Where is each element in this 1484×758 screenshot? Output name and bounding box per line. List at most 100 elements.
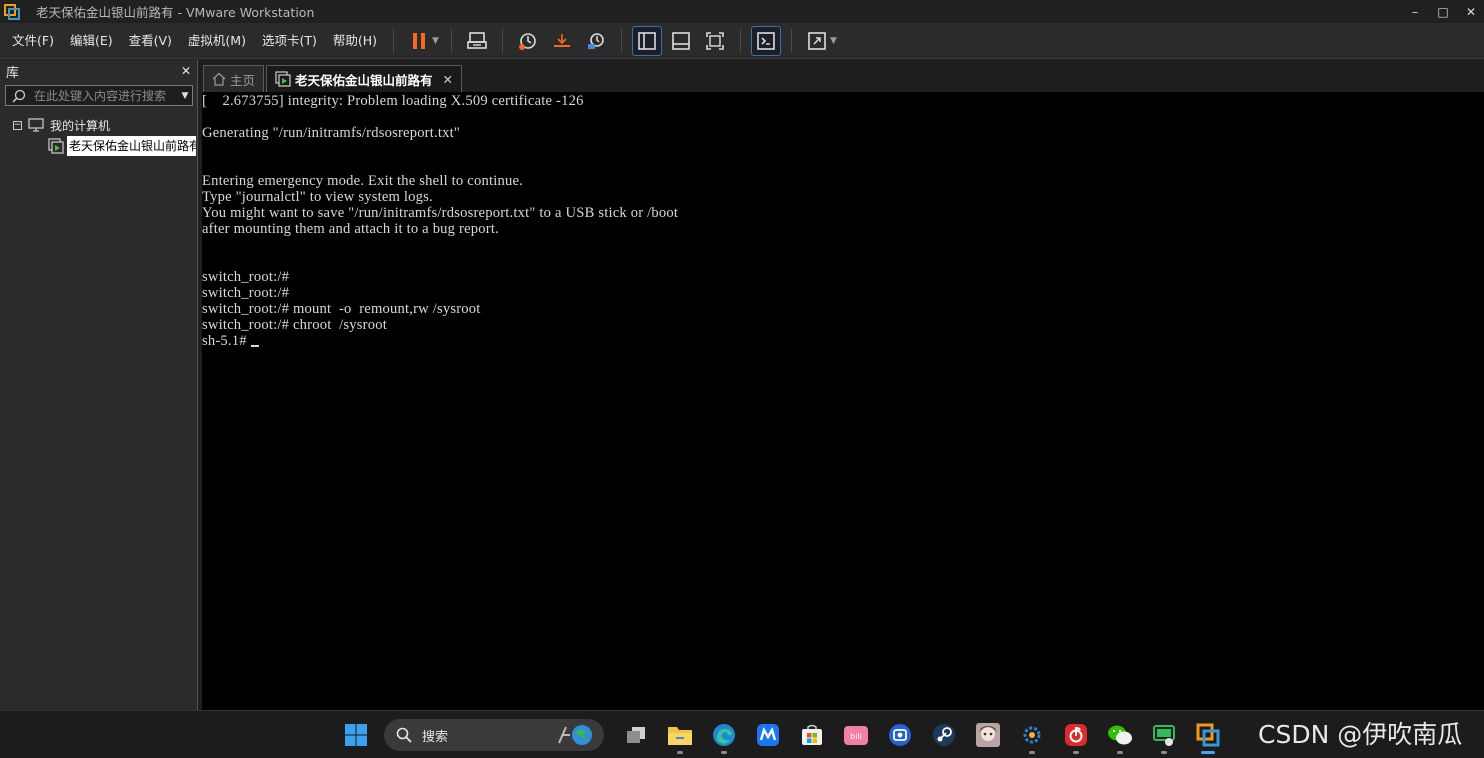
console-line: You might want to save "/run/initramfs/r… bbox=[202, 205, 679, 221]
thumbnail-bar-button[interactable] bbox=[667, 27, 695, 55]
steam-icon bbox=[933, 724, 955, 746]
send-ctrl-alt-del-button[interactable] bbox=[463, 27, 491, 55]
remote-desktop-icon bbox=[1153, 725, 1175, 746]
library-tree: − 我的计算机 老天保佑金山银山前路有 bbox=[0, 115, 197, 156]
send-ctrl-alt-del-icon bbox=[467, 31, 487, 49]
app-blue-button[interactable] bbox=[884, 719, 916, 751]
pause-button[interactable] bbox=[405, 27, 433, 55]
taskbar-icons: 搜索 bili bbox=[334, 718, 1230, 754]
revert-snapshot-button[interactable] bbox=[548, 27, 576, 55]
toolbar-separator bbox=[739, 28, 741, 53]
running-indicator bbox=[677, 751, 683, 754]
steam-button[interactable] bbox=[928, 719, 960, 751]
task-view-button[interactable] bbox=[620, 719, 652, 751]
collapse-icon[interactable]: − bbox=[13, 120, 22, 130]
menu-help[interactable]: 帮助(H) bbox=[325, 29, 385, 53]
toolbar-separator bbox=[501, 28, 503, 53]
vmware-icon bbox=[1196, 723, 1220, 747]
console-line: Entering emergency mode. Exit the shell … bbox=[202, 173, 523, 189]
netease-music-button[interactable] bbox=[1060, 719, 1092, 754]
library-header: 库 ✕ bbox=[0, 60, 197, 82]
search-dropdown-icon[interactable]: ▼ bbox=[178, 91, 192, 101]
console-line: after mounting them and attach it to a b… bbox=[202, 221, 499, 237]
remote-desktop-button[interactable] bbox=[1148, 719, 1180, 754]
console-line: Generating "/run/initramfs/rdsosreport.t… bbox=[202, 125, 461, 141]
settings-tool-icon bbox=[1023, 726, 1041, 744]
file-explorer-button[interactable] bbox=[664, 719, 696, 754]
vm-console[interactable]: [ 2.673755] integrity: Problem loading X… bbox=[202, 92, 1484, 710]
toolbar-separator bbox=[620, 28, 622, 53]
store-icon bbox=[802, 724, 822, 745]
menu-tabs[interactable]: 选项卡(T) bbox=[254, 29, 325, 53]
stretch-guest-button[interactable] bbox=[803, 27, 831, 55]
window-title: 老天保佑金山银山前路有 - VMware Workstation bbox=[36, 5, 315, 20]
search-icon bbox=[12, 89, 26, 103]
toolbar-separator bbox=[790, 28, 792, 53]
computer-icon bbox=[28, 118, 44, 132]
text-cursor bbox=[250, 345, 259, 347]
show-library-button[interactable] bbox=[631, 25, 662, 56]
store-button[interactable] bbox=[796, 719, 828, 751]
windows-start-icon bbox=[345, 724, 367, 746]
console-line: switch_root:/# mount -o remount,rw /sysr… bbox=[202, 301, 481, 317]
menu-edit[interactable]: 编辑(E) bbox=[62, 29, 121, 53]
tree-label-my-computer: 我的计算机 bbox=[50, 118, 111, 133]
snapshot-manager-button[interactable] bbox=[582, 27, 610, 55]
edge-button[interactable] bbox=[708, 719, 740, 754]
vmware-app-icon bbox=[4, 3, 20, 20]
app-m-button[interactable] bbox=[752, 719, 784, 751]
tab-home-label: 主页 bbox=[230, 72, 256, 88]
take-snapshot-button[interactable] bbox=[514, 27, 542, 55]
bilibili-button[interactable]: bili bbox=[840, 719, 872, 751]
menu-toolbar: 文件(F) 编辑(E) 查看(V) 虚拟机(M) 选项卡(T) 帮助(H) ▼ … bbox=[0, 23, 1484, 59]
library-close-icon[interactable]: ✕ bbox=[181, 64, 191, 78]
vm-running-icon bbox=[275, 71, 291, 87]
file-explorer-icon bbox=[668, 727, 692, 745]
console-prompt: sh-5.1# bbox=[202, 333, 251, 349]
pause-dropdown-icon[interactable]: ▼ bbox=[432, 36, 439, 46]
wechat-button[interactable] bbox=[1104, 719, 1136, 754]
menu-view[interactable]: 查看(V) bbox=[121, 29, 180, 53]
pause-icon bbox=[413, 32, 426, 49]
bilibili-icon: bili bbox=[844, 726, 868, 745]
running-indicator bbox=[1029, 751, 1035, 754]
csdn-watermark: CSDN @伊吹南瓜 bbox=[1258, 720, 1463, 749]
search-icon bbox=[396, 727, 412, 743]
console-view-button[interactable] bbox=[750, 25, 781, 56]
running-indicator bbox=[1201, 751, 1215, 754]
menu-file[interactable]: 文件(F) bbox=[4, 29, 62, 53]
tree-item-my-computer[interactable]: − 我的计算机 bbox=[0, 115, 197, 135]
toolbar-separator bbox=[450, 28, 452, 53]
running-indicator bbox=[1073, 751, 1079, 754]
app-blue-icon bbox=[889, 724, 911, 746]
minimize-button[interactable]: – bbox=[1408, 5, 1422, 19]
stretch-dropdown-icon[interactable]: ▼ bbox=[830, 36, 837, 46]
tree-item-vm[interactable]: 老天保佑金山银山前路有 bbox=[48, 136, 197, 156]
running-indicator bbox=[1117, 751, 1123, 754]
anime-avatar-icon bbox=[976, 723, 1000, 747]
title-bar: 老天保佑金山银山前路有 - VMware Workstation – □ ✕ bbox=[0, 0, 1484, 23]
tab-home[interactable]: 主页 bbox=[203, 65, 265, 92]
taskbar-search-box[interactable]: 搜索 bbox=[384, 719, 604, 751]
library-search-input[interactable]: 在此处键入内容进行搜索 ▼ bbox=[5, 85, 193, 106]
maximize-button[interactable]: □ bbox=[1436, 5, 1450, 19]
vmware-button[interactable] bbox=[1192, 719, 1224, 754]
console-line: [ 2.673755] integrity: Problem loading X… bbox=[202, 93, 584, 109]
anime-avatar-button[interactable] bbox=[972, 719, 1004, 751]
console-line: Type "journalctl" to view system logs. bbox=[202, 189, 433, 205]
menu-vm[interactable]: 虚拟机(M) bbox=[180, 29, 254, 53]
tab-bar: 主页 老天保佑金山银山前路有 ✕ bbox=[203, 63, 464, 92]
vm-running-icon bbox=[48, 138, 64, 154]
console-output: [ 2.673755] integrity: Problem loading X… bbox=[202, 93, 1484, 349]
full-screen-icon bbox=[706, 31, 724, 50]
settings-tool-button[interactable] bbox=[1016, 719, 1048, 754]
search-placeholder: 在此处键入内容进行搜索 bbox=[34, 89, 167, 103]
close-button[interactable]: ✕ bbox=[1464, 5, 1478, 19]
start-button[interactable] bbox=[340, 719, 372, 751]
full-screen-button[interactable] bbox=[701, 27, 729, 55]
tab-close-icon[interactable]: ✕ bbox=[443, 72, 453, 87]
tree-label-vm: 老天保佑金山银山前路有 bbox=[67, 136, 196, 156]
taskbar-search-label: 搜索 bbox=[422, 729, 449, 745]
tab-vm[interactable]: 老天保佑金山银山前路有 ✕ bbox=[266, 65, 463, 92]
console-line: switch_root:/# bbox=[202, 285, 290, 301]
